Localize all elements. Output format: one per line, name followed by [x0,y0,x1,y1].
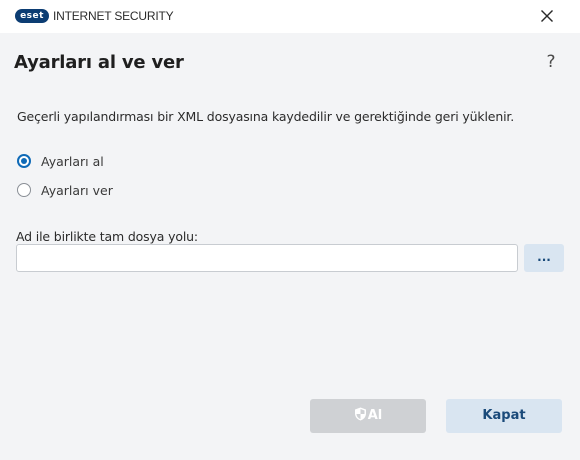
close-icon [541,10,553,22]
description-text: Geçerli yapılandırması bir XML dosyasına… [17,109,515,124]
eset-logo: eset [15,9,49,23]
import-radio-button[interactable] [17,154,31,168]
product-name: INTERNET SECURITY [53,9,174,23]
export-option-label: Ayarları ver [41,183,113,198]
help-button[interactable]: ? [540,50,562,74]
settings-import-export-dialog: eset INTERNET SECURITY Ayarları al ve ve… [0,0,580,460]
import-button-label: Al [367,408,383,423]
file-path-input[interactable] [16,244,518,272]
browse-button[interactable]: ... [524,244,564,272]
import-option-label: Ayarları al [41,154,104,169]
page-title: Ayarları al ve ver [14,52,184,73]
shield-icon [354,407,366,421]
close-window-button[interactable] [532,2,562,30]
export-radio-button[interactable] [17,183,31,197]
import-button: Al [310,399,426,433]
close-button[interactable]: Kapat [446,399,562,433]
title-bar: eset INTERNET SECURITY [0,0,580,33]
file-path-label: Ad ile birlikte tam dosya yolu: [16,229,198,244]
